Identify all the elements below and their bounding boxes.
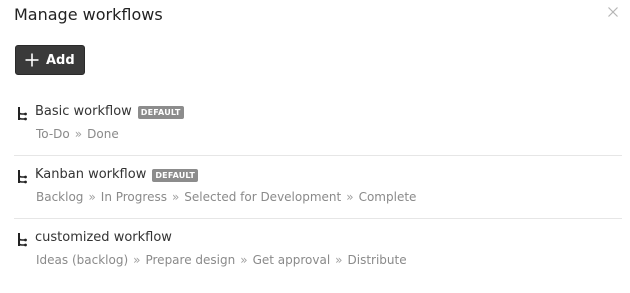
plus-icon: [25, 53, 39, 67]
workflow-steps: Backlog » In Progress » Selected for Develop…: [36, 190, 416, 204]
step-separator-icon: »: [240, 253, 248, 267]
workflow-name-row: Kanban workflow DEFAULT: [35, 166, 199, 184]
add-workflow-button[interactable]: Add: [15, 45, 85, 75]
workflow-step: In Progress: [100, 190, 167, 204]
workflow-step: Done: [87, 127, 119, 141]
step-separator-icon: »: [133, 253, 141, 267]
workflow-step: Backlog: [36, 190, 84, 204]
workflow-name[interactable]: Basic workflow: [35, 103, 132, 121]
default-badge: DEFAULT: [152, 168, 199, 182]
add-button-label: Add: [46, 52, 75, 68]
close-icon[interactable]: [607, 6, 619, 18]
manage-workflows-dialog: Manage workflows Add Basic workflow DEFAU…: [0, 0, 630, 293]
workflow-step: Ideas (backlog): [36, 253, 129, 267]
workflow-steps: Ideas (backlog) » Prepare design » Get appro…: [36, 253, 407, 267]
workflow-item[interactable]: customized workflow Ideas (backlog) » Prepa…: [14, 219, 622, 281]
workflow-list: Basic workflow DEFAULT To-Do » Done Kanban wo…: [14, 93, 622, 281]
default-badge: DEFAULT: [137, 105, 184, 119]
dialog-title: Manage workflows: [14, 5, 163, 24]
workflow-name-row: Basic workflow DEFAULT: [35, 103, 184, 121]
step-separator-icon: »: [171, 190, 180, 204]
workflow-branch-icon: [18, 107, 27, 121]
workflow-step: Distribute: [347, 253, 407, 267]
step-separator-icon: »: [74, 127, 83, 141]
workflow-step: To-Do: [36, 127, 70, 141]
workflow-steps: To-Do » Done: [36, 127, 119, 141]
workflow-step: Get approval: [252, 253, 331, 267]
workflow-name[interactable]: Kanban workflow: [35, 166, 146, 184]
workflow-step: Complete: [358, 190, 417, 204]
workflow-branch-icon: [18, 233, 27, 247]
step-separator-icon: »: [335, 253, 343, 267]
workflow-item[interactable]: Kanban workflow DEFAULT Backlog » In Progres…: [14, 156, 622, 219]
workflow-step: Selected for Development: [184, 190, 342, 204]
workflow-step: Prepare design: [145, 253, 236, 267]
workflow-item[interactable]: Basic workflow DEFAULT To-Do » Done: [14, 93, 622, 156]
step-separator-icon: »: [346, 190, 354, 204]
step-separator-icon: »: [88, 190, 96, 204]
workflow-branch-icon: [18, 170, 27, 184]
workflow-name-row: customized workflow: [35, 229, 172, 247]
workflow-name[interactable]: customized workflow: [35, 229, 172, 247]
